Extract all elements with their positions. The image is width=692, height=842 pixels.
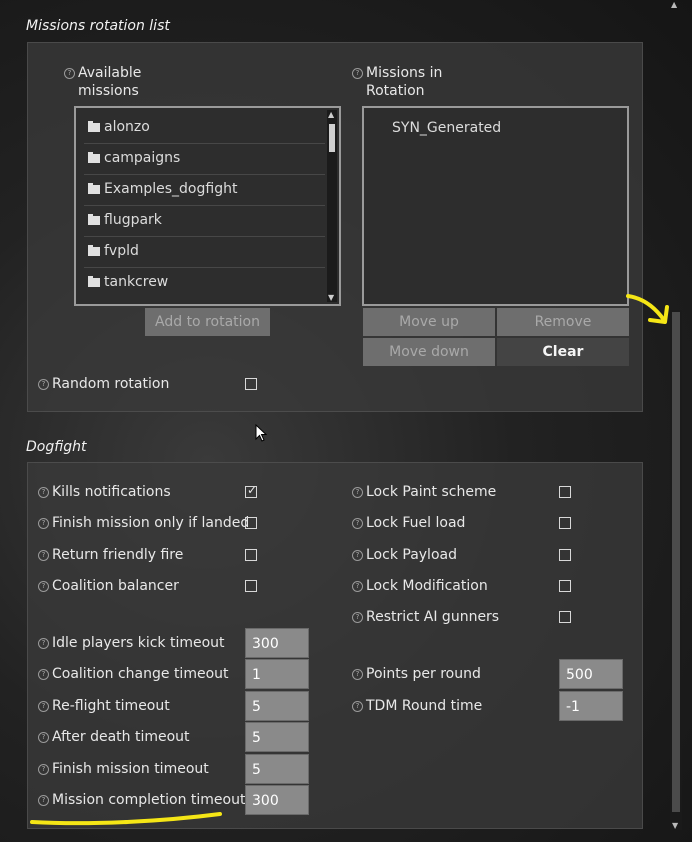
list-item[interactable]: Examples_dogfight (84, 174, 325, 206)
help-icon[interactable]: ? (38, 732, 49, 743)
lock-paint-scheme-label: ? Lock Paint scheme (352, 484, 496, 500)
finish-mission-timeout-label: ? Finish mission timeout (38, 761, 209, 777)
coalition-change-timeout-input[interactable]: 1 (245, 659, 309, 689)
page-scrollbar[interactable]: ▼ (670, 310, 682, 830)
rotation-section-title: Missions rotation list (26, 18, 170, 34)
available-missions-label: ? Available missions (64, 64, 141, 100)
available-missions-list[interactable]: alonzo campaigns Examples_dogfight flugp… (74, 106, 341, 306)
folder-icon (88, 121, 100, 132)
help-icon[interactable]: ? (352, 518, 363, 529)
idle-kick-timeout-input[interactable]: 300 (245, 628, 309, 658)
kills-notifications-label: ? Kills notifications (38, 484, 171, 500)
list-item[interactable]: alonzo (84, 112, 325, 144)
help-icon[interactable]: ? (352, 669, 363, 680)
folder-icon (88, 245, 100, 256)
coalition-change-timeout-label: ? Coalition change timeout (38, 666, 229, 682)
list-item[interactable]: campaigns (84, 143, 325, 175)
finish-mission-timeout-input[interactable]: 5 (245, 754, 309, 784)
mission-completion-timeout-label: ? Mission completion timeout (38, 792, 245, 808)
move-up-button[interactable]: Move up (363, 308, 495, 336)
scroll-up-arrow-icon[interactable]: ▲ (671, 0, 683, 9)
rotation-missions-list[interactable]: SYN_Generated (362, 106, 629, 306)
help-icon[interactable]: ? (38, 669, 49, 680)
scrollbar-thumb[interactable] (672, 312, 680, 812)
add-to-rotation-button[interactable]: Add to rotation (145, 308, 270, 336)
restrict-ai-gunners-label: ? Restrict AI gunners (352, 609, 499, 625)
help-icon[interactable]: ? (38, 795, 49, 806)
mouse-cursor-icon (255, 423, 268, 446)
lock-paint-scheme-checkbox[interactable] (559, 486, 571, 498)
random-rotation-checkbox[interactable] (245, 378, 257, 390)
lock-payload-label: ? Lock Payload (352, 547, 457, 563)
scrollbar-thumb[interactable] (329, 124, 335, 152)
help-icon[interactable]: ? (64, 68, 75, 79)
scroll-down-icon[interactable]: ▼ (328, 293, 334, 302)
help-icon[interactable]: ? (352, 487, 363, 498)
help-icon[interactable]: ? (38, 638, 49, 649)
folder-icon (88, 183, 100, 194)
coalition-balancer-label: ? Coalition balancer (38, 578, 179, 594)
dogfight-section-title: Dogfight (26, 439, 87, 455)
help-icon[interactable]: ? (38, 701, 49, 712)
help-icon[interactable]: ? (38, 581, 49, 592)
finish-mission-landed-checkbox[interactable] (245, 517, 257, 529)
scroll-up-icon[interactable]: ▲ (328, 110, 334, 119)
random-rotation-label: ? Random rotation (38, 376, 169, 392)
missions-in-rotation-label: ? Missions in Rotation (352, 64, 442, 100)
remove-button[interactable]: Remove (497, 308, 629, 336)
list-item[interactable]: fvpld (84, 236, 325, 268)
help-icon[interactable]: ? (352, 701, 363, 712)
help-icon[interactable]: ? (352, 68, 363, 79)
after-death-timeout-input[interactable]: 5 (245, 722, 309, 752)
clear-button[interactable]: Clear (497, 338, 629, 366)
restrict-ai-gunners-checkbox[interactable] (559, 611, 571, 623)
list-item[interactable]: flugpark (84, 205, 325, 237)
return-friendly-fire-checkbox[interactable] (245, 549, 257, 561)
annotation-arrow-icon (626, 294, 669, 324)
lock-fuel-load-label: ? Lock Fuel load (352, 515, 465, 531)
folder-icon (88, 276, 100, 287)
help-icon[interactable]: ? (38, 518, 49, 529)
help-icon[interactable]: ? (352, 550, 363, 561)
lock-modification-label: ? Lock Modification (352, 578, 488, 594)
annotation-underline (30, 812, 222, 826)
help-icon[interactable]: ? (352, 612, 363, 623)
mission-completion-timeout-input[interactable]: 300 (245, 785, 309, 815)
check-icon: ✓ (247, 483, 258, 497)
help-icon[interactable]: ? (352, 581, 363, 592)
folder-icon (88, 152, 100, 163)
lock-payload-checkbox[interactable] (559, 549, 571, 561)
scroll-down-icon[interactable]: ▼ (672, 821, 678, 830)
kills-notifications-checkbox[interactable]: ✓ (245, 483, 258, 498)
move-down-button[interactable]: Move down (363, 338, 495, 366)
after-death-timeout-label: ? After death timeout (38, 729, 190, 745)
lock-modification-checkbox[interactable] (559, 580, 571, 592)
coalition-balancer-checkbox[interactable] (245, 580, 257, 592)
help-icon[interactable]: ? (38, 550, 49, 561)
lock-fuel-load-checkbox[interactable] (559, 517, 571, 529)
list-item[interactable]: SYN_Generated (392, 120, 501, 136)
help-icon[interactable]: ? (38, 379, 49, 390)
help-icon[interactable]: ? (38, 764, 49, 775)
help-icon[interactable]: ? (38, 487, 49, 498)
points-per-round-input[interactable]: 500 (559, 659, 623, 689)
points-per-round-label: ? Points per round (352, 666, 481, 682)
tdm-round-time-input[interactable]: -1 (559, 691, 623, 721)
list-scrollbar[interactable]: ▲ ▼ (327, 110, 337, 302)
list-item[interactable]: tankcrew (84, 267, 325, 298)
idle-kick-timeout-label: ? Idle players kick timeout (38, 635, 225, 651)
folder-icon (88, 214, 100, 225)
finish-mission-landed-label: ? Finish mission only if landed (38, 515, 249, 531)
reflight-timeout-input[interactable]: 5 (245, 691, 309, 721)
reflight-timeout-label: ? Re-flight timeout (38, 698, 170, 714)
tdm-round-time-label: ? TDM Round time (352, 698, 482, 714)
return-friendly-fire-label: ? Return friendly fire (38, 547, 183, 563)
